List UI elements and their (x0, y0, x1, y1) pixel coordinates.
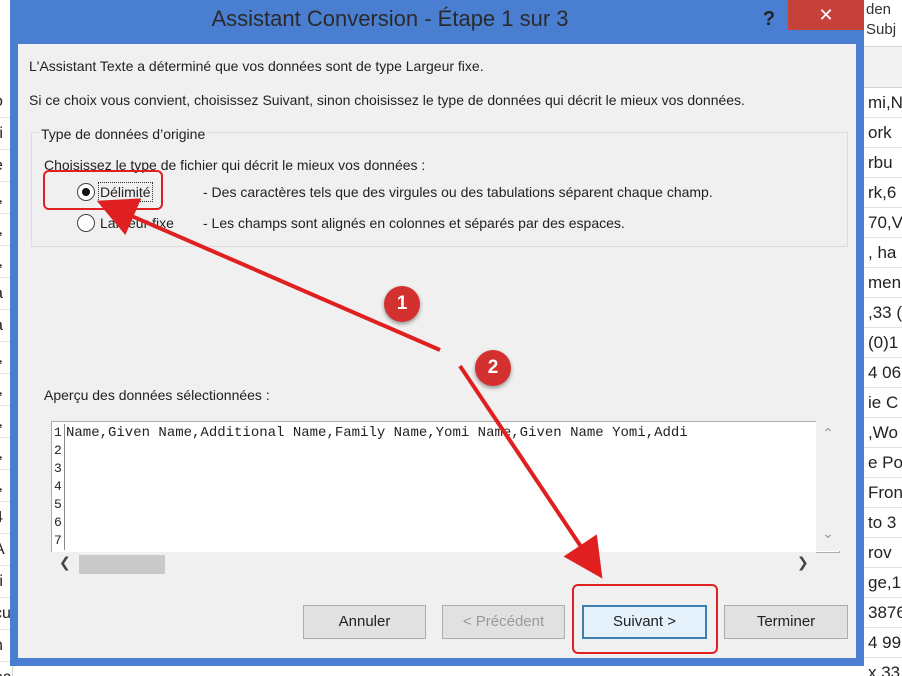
arrow-2 (458, 364, 603, 579)
step-badge-2: 2 (475, 350, 511, 386)
arrow-1 (96, 198, 441, 352)
annotation-arrows (96, 198, 603, 579)
step-badge-1: 1 (384, 286, 420, 322)
